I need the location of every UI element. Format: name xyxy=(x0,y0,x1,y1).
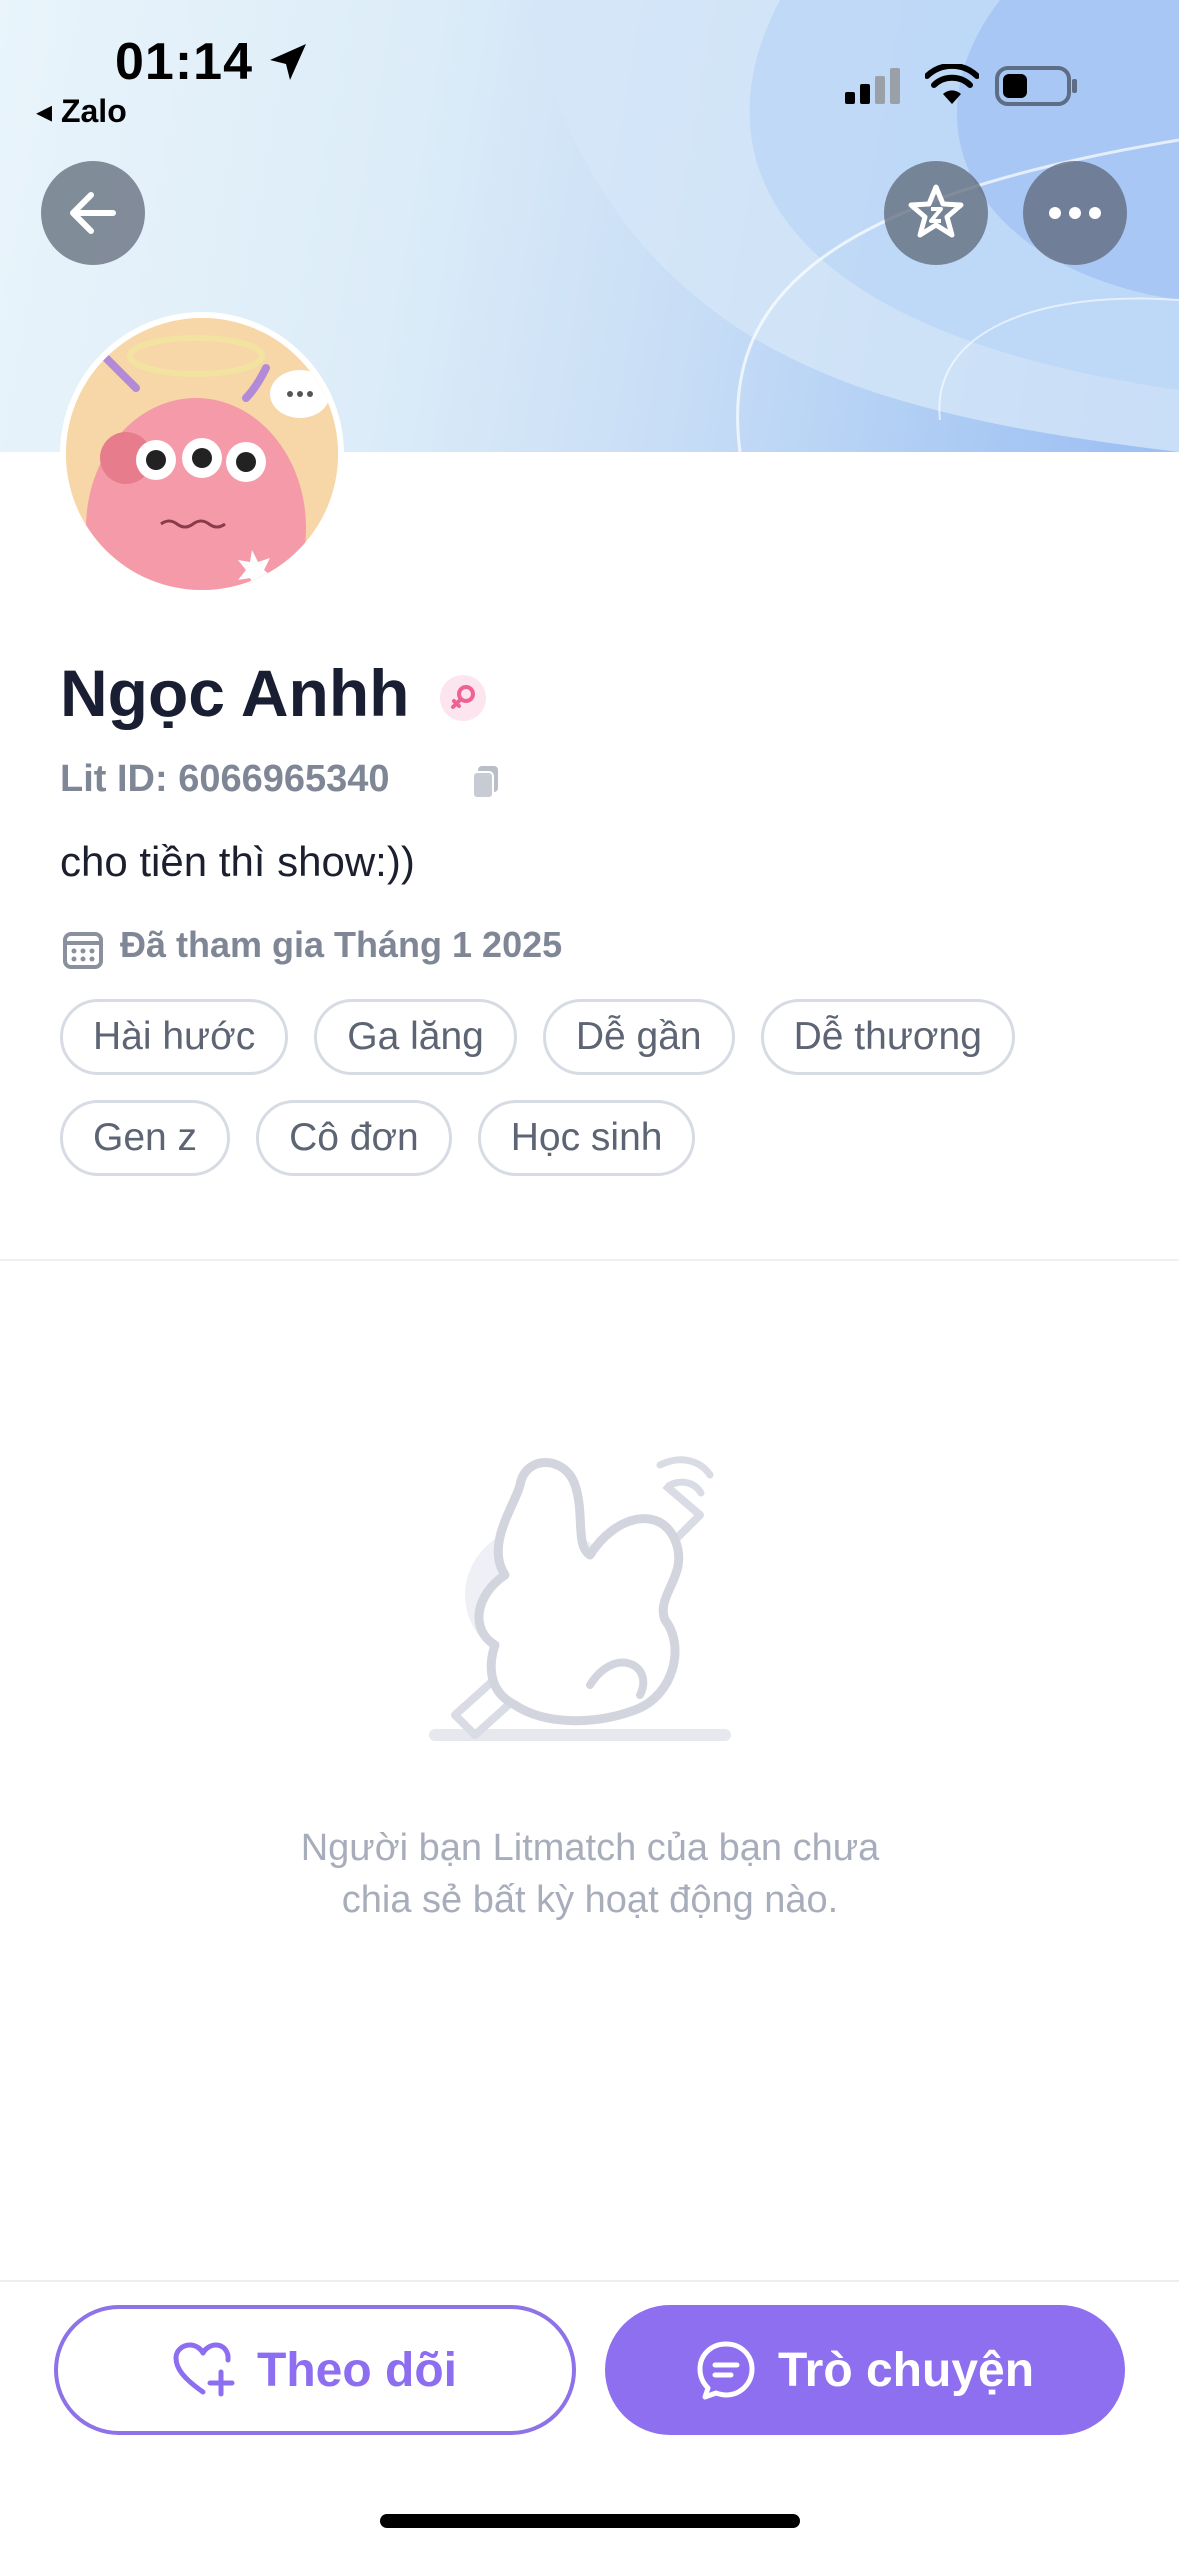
section-divider xyxy=(0,1259,1179,1261)
wifi-icon xyxy=(925,64,979,104)
heart-plus-icon xyxy=(173,2342,235,2397)
interest-tag: Gen z xyxy=(60,1100,231,1176)
bottom-bar-divider xyxy=(0,2280,1179,2282)
battery-icon xyxy=(995,66,1077,106)
interest-tag: Hài hước xyxy=(60,999,289,1075)
chat-button-label: Trò chuyện xyxy=(777,2343,1035,2397)
chat-bubble-icon xyxy=(697,2341,755,2400)
signal-icon xyxy=(845,68,900,104)
empty-message-line: chia sẻ bất kỳ hoạt động nào. xyxy=(341,1879,839,1921)
empty-activity-message: Người bạn Litmatch của bạn chưa chia sẻ … xyxy=(190,1822,990,1926)
more-options-button[interactable] xyxy=(1023,161,1127,265)
calendar-icon xyxy=(63,932,103,969)
back-to-app-link[interactable]: ◂ Zalo xyxy=(36,92,127,130)
profile-name: Ngọc Anhh xyxy=(60,656,410,730)
back-button[interactable] xyxy=(41,161,145,265)
copy-icon[interactable] xyxy=(470,764,502,800)
avatar[interactable] xyxy=(66,318,338,590)
interest-tags: Hài hước Ga lăng Dễ gần Dễ thương Gen z … xyxy=(60,999,1120,1176)
chat-button[interactable]: Trò chuyện xyxy=(605,2305,1125,2435)
follow-button[interactable]: Theo dõi xyxy=(54,2305,576,2435)
interest-tag: Dễ gần xyxy=(542,999,735,1075)
status-time: 01:14 xyxy=(115,33,253,91)
location-arrow-icon xyxy=(270,44,306,80)
female-icon xyxy=(451,685,475,709)
joined-date: Đã tham gia Tháng 1 2025 xyxy=(120,924,563,965)
star-badge-icon xyxy=(908,184,964,238)
follow-button-label: Theo dõi xyxy=(257,2343,457,2397)
gender-badge xyxy=(440,675,486,721)
lit-id: Lit ID: 6066965340 xyxy=(60,758,390,800)
empty-message-line: Người bạn Litmatch của bạn chưa xyxy=(300,1827,880,1869)
interest-tag: Dễ thương xyxy=(760,999,1015,1075)
interest-tag: Cô đơn xyxy=(256,1100,452,1176)
interest-tag: Học sinh xyxy=(477,1100,696,1176)
home-indicator[interactable] xyxy=(380,2514,800,2528)
star-badge-button[interactable] xyxy=(884,161,988,265)
arrow-left-icon xyxy=(70,192,116,234)
empty-activity-illustration xyxy=(429,1456,731,1741)
more-dots-icon xyxy=(1049,207,1101,219)
interest-tag: Ga lăng xyxy=(314,999,517,1075)
profile-bio: cho tiền thì show:)) xyxy=(60,838,415,885)
